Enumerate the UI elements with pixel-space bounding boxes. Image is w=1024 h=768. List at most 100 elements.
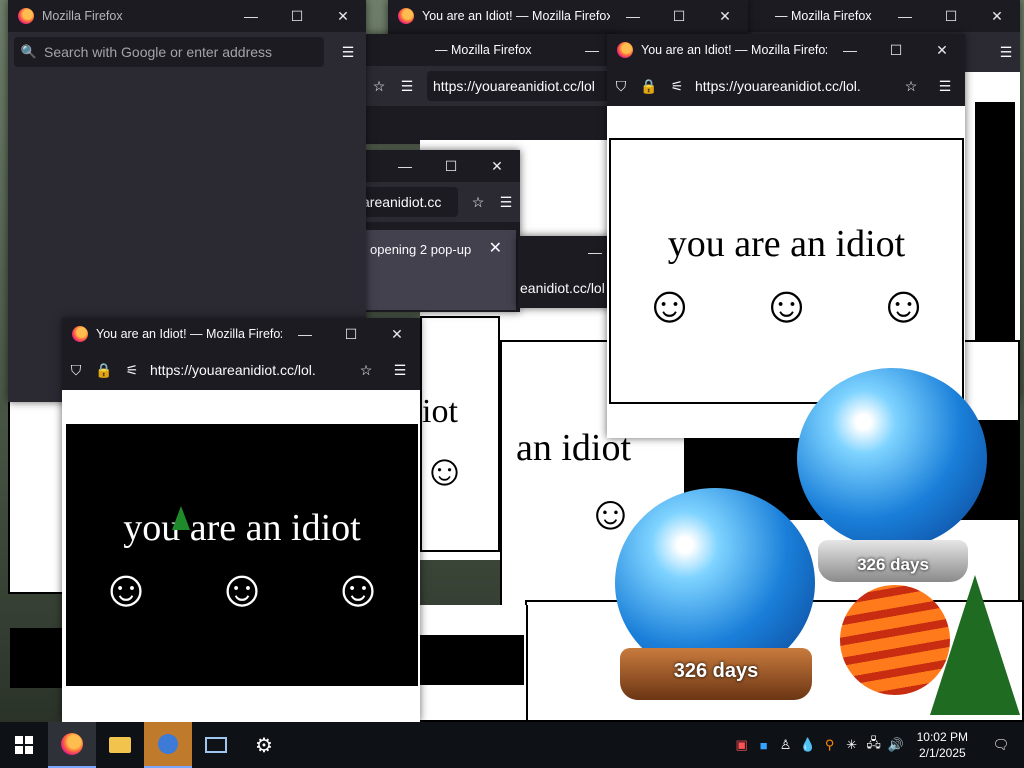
window-main-popup[interactable]: You are an Idiot! — Mozilla Firefox — ☐ … xyxy=(62,318,420,722)
lock-icon[interactable]: 🔒 xyxy=(90,362,118,379)
tray-app-icon[interactable]: 💧 xyxy=(797,737,819,753)
search-input[interactable]: 🔍 Search with Google or enter address xyxy=(14,37,324,67)
idiot-panel: you are an idiot ☺ ☺ ☺ xyxy=(609,138,964,404)
menu-icon[interactable]: ☰ xyxy=(925,78,965,95)
smiley-icon: ☺ xyxy=(759,277,814,334)
address-bar[interactable]: areanidiot.cc xyxy=(362,187,458,217)
christmas-tree-icon xyxy=(930,575,1020,715)
app-icon xyxy=(158,734,178,754)
firefox-logo-icon xyxy=(72,326,88,342)
search-icon[interactable]: ⚲ xyxy=(819,737,841,753)
titlebar[interactable]: You are an Idiot! — Mozilla Firefox — ☐ … xyxy=(388,0,748,32)
network-icon[interactable]: 🖧 xyxy=(863,734,885,756)
folder-icon xyxy=(109,737,131,753)
window-title: You are an Idiot! — Mozilla Firefox xyxy=(96,327,282,341)
background-idiot-text: iot xyxy=(422,393,458,430)
smiley-icon: ☺ xyxy=(331,561,385,618)
menu-icon[interactable]: ☰ xyxy=(492,194,520,211)
titlebar[interactable]: You are an Idiot! — Mozilla Firefox — ☐ … xyxy=(607,34,965,66)
smiley-icon: ☺ xyxy=(586,487,636,540)
minimize-button[interactable]: — xyxy=(382,158,428,174)
minimize-button[interactable]: — xyxy=(827,42,873,58)
close-button[interactable]: ✕ xyxy=(374,326,420,343)
time: 10:02 PM xyxy=(916,730,968,744)
menu-icon[interactable]: ☰ xyxy=(380,362,420,379)
navbar: ⛉ 🔒 ⚟ https://youareanidiot.cc/lol. ☆ ☰ xyxy=(62,350,420,390)
menu-icon[interactable]: ☰ xyxy=(393,78,421,95)
idiot-text: you are an idiot xyxy=(667,223,906,265)
firefox-logo-icon xyxy=(617,42,633,58)
smiley-row: ☺ ☺ ☺ xyxy=(68,564,416,616)
close-button[interactable]: ✕ xyxy=(474,158,520,175)
permissions-icon[interactable]: ⚟ xyxy=(118,362,146,379)
maximize-button[interactable]: ☐ xyxy=(328,326,374,343)
taskbar-app[interactable] xyxy=(144,722,192,768)
close-button[interactable]: ✕ xyxy=(974,8,1020,25)
popup-blocked-notification[interactable]: opening 2 pop-up ✕ xyxy=(362,230,516,310)
start-button[interactable] xyxy=(0,722,48,768)
taskbar-firefox[interactable] xyxy=(48,722,96,768)
maximize-button[interactable]: ☐ xyxy=(274,8,320,25)
minimize-button[interactable]: — xyxy=(228,8,274,24)
url-text: https://youareanidiot.cc/lol. xyxy=(150,362,316,378)
url-text: https://youareanidiot.cc/lol. xyxy=(695,78,861,94)
taskbar-settings[interactable]: ⚙ xyxy=(240,722,288,768)
snow-globe-left-base: 326 days xyxy=(620,648,812,700)
tray-app-icon[interactable]: ▣ xyxy=(731,737,753,753)
permissions-icon[interactable]: ⚟ xyxy=(663,78,691,95)
maximize-button[interactable]: ☐ xyxy=(873,42,919,59)
close-button[interactable]: ✕ xyxy=(702,8,748,25)
address-bar[interactable]: https://youareanidiot.cc/lol xyxy=(427,71,609,101)
titlebar[interactable]: — ☐ ✕ xyxy=(362,150,520,182)
maximize-button[interactable]: ☐ xyxy=(656,8,702,25)
volume-icon[interactable]: 🔊 xyxy=(885,737,907,753)
close-button[interactable]: ✕ xyxy=(919,42,965,59)
black-pane xyxy=(975,102,1015,372)
notification-text: opening 2 pop-up xyxy=(370,242,472,257)
shield-icon[interactable]: ⛉ xyxy=(607,78,635,95)
clock[interactable]: 10:02 PM 2/1/2025 xyxy=(917,729,968,761)
url-text: eanidiot.cc/lol xyxy=(520,280,605,296)
smiley-icon: ☺ xyxy=(99,561,153,618)
monitor-icon xyxy=(205,737,227,753)
address-bar[interactable]: https://youareanidiot.cc/lol. xyxy=(695,71,891,101)
taskbar-file-explorer[interactable] xyxy=(96,722,144,768)
star-icon[interactable]: ☆ xyxy=(897,78,925,95)
maximize-button[interactable]: ☐ xyxy=(428,158,474,175)
titlebar[interactable]: — xyxy=(518,236,618,268)
minimize-button[interactable]: — xyxy=(610,8,656,24)
star-icon[interactable]: ☆ xyxy=(365,78,393,95)
address-bar[interactable]: https://youareanidiot.cc/lol. xyxy=(150,355,346,385)
close-button[interactable]: ✕ xyxy=(320,8,366,25)
system-tray: ▣ ■ ♙ 💧 ⚲ ✳ 🖧 🔊 10:02 PM 2/1/2025 🗨 xyxy=(731,722,1024,768)
titlebar[interactable]: — Mozilla Firefox — xyxy=(365,34,615,66)
url-text: https://youareanidiot.cc/lol xyxy=(433,78,595,94)
window-title: — Mozilla Firefox xyxy=(435,43,532,57)
window-middle-popup[interactable]: — ☐ ✕ areanidiot.cc ☆ ☰ opening 2 pop-up… xyxy=(362,150,520,312)
star-icon[interactable]: ☆ xyxy=(464,194,492,211)
smiley-icon: ☺ xyxy=(422,446,467,495)
tray-app-icon[interactable]: ✳ xyxy=(841,737,863,753)
minimize-button[interactable]: — xyxy=(282,326,328,342)
taskbar-screen-app[interactable] xyxy=(192,722,240,768)
shield-icon[interactable]: ⛉ xyxy=(62,362,90,379)
black-pane xyxy=(420,635,524,685)
titlebar[interactable]: Mozilla Firefox — ☐ ✕ xyxy=(8,0,366,32)
titlebar[interactable]: You are an Idiot! — Mozilla Firefox — ☐ … xyxy=(62,318,420,350)
smiley-icon: ☺ xyxy=(215,561,269,618)
star-icon[interactable]: ☆ xyxy=(352,362,380,379)
tray-app-icon[interactable]: ■ xyxy=(753,738,775,753)
window-second-back[interactable]: — Mozilla Firefox — ☆ ☰ https://youarean… xyxy=(365,34,615,144)
lock-icon[interactable]: 🔒 xyxy=(635,78,663,95)
minimize-button[interactable]: — xyxy=(882,8,928,24)
maximize-button[interactable]: ☐ xyxy=(928,8,974,25)
titlebar[interactable]: — Mozilla Firefox — ☐ ✕ xyxy=(745,0,1020,32)
tray-app-icon[interactable]: ♙ xyxy=(775,737,797,753)
firefox-logo-icon xyxy=(61,733,83,755)
navbar: ☆ ☰ https://youareanidiot.cc/lol xyxy=(365,66,615,106)
window-small-popup[interactable]: — eanidiot.cc/lol xyxy=(518,236,618,308)
close-notification-icon[interactable]: ✕ xyxy=(489,238,502,258)
menu-icon[interactable]: ☰ xyxy=(992,44,1020,61)
menu-icon[interactable]: ☰ xyxy=(330,44,366,61)
notification-icon[interactable]: 🗨 xyxy=(978,737,1024,753)
